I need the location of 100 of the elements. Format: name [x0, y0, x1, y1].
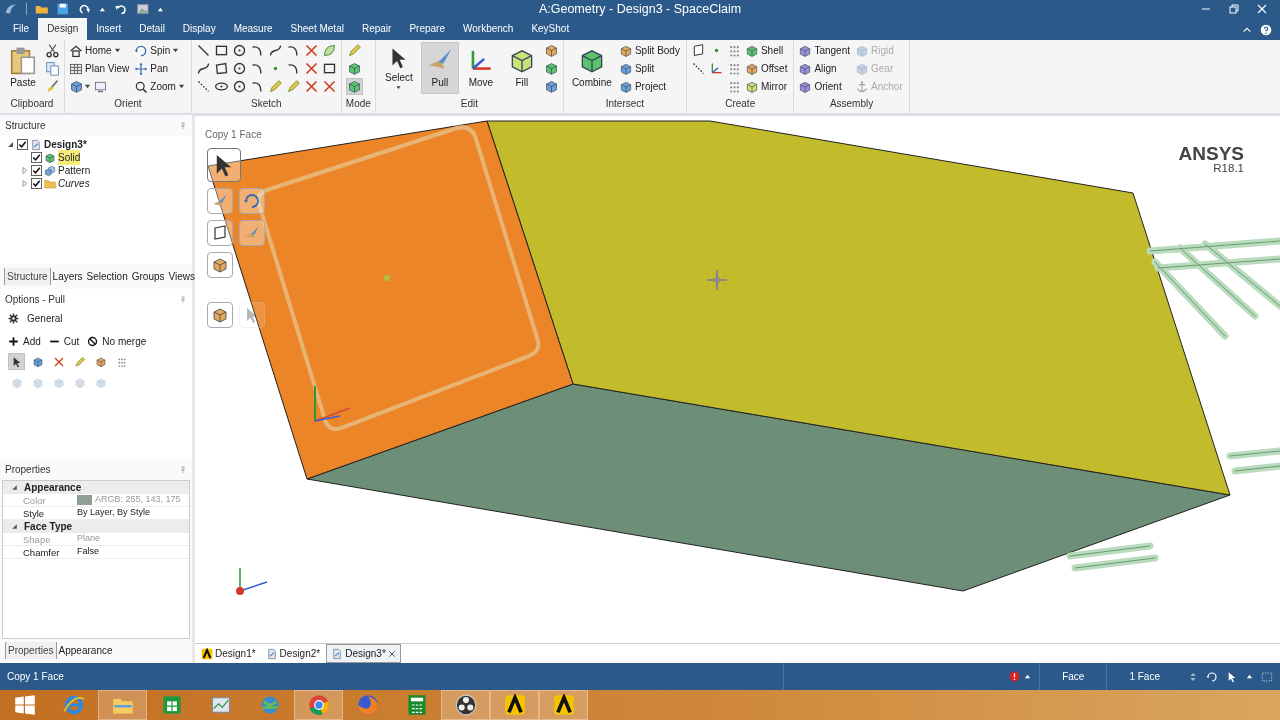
tool-guide-button[interactable]	[207, 220, 233, 246]
save-icon[interactable]	[56, 2, 70, 16]
document-tab[interactable]: Design2*	[261, 645, 325, 662]
ribbon-tab[interactable]: Insert	[87, 18, 131, 40]
ribbon-tab[interactable]: Display	[173, 18, 225, 40]
panel-tab[interactable]: Selection	[84, 268, 130, 285]
error-icon[interactable]	[1009, 671, 1021, 682]
restore-icon[interactable]	[1228, 3, 1240, 15]
x-mark-icon[interactable]	[303, 79, 319, 94]
ribbon-button[interactable]: Split	[618, 60, 682, 77]
x-mark-icon[interactable]	[321, 79, 337, 94]
x-mark-icon[interactable]	[303, 43, 319, 58]
checkbox[interactable]	[17, 139, 28, 150]
ribbon-button[interactable]: Align	[798, 60, 853, 77]
status-message: Copy 1 Face	[7, 670, 64, 684]
option-button[interactable]: Cut	[48, 334, 80, 349]
circle-icon[interactable]	[231, 43, 247, 58]
scissors-icon[interactable]	[45, 43, 60, 58]
tree-toggle-icon[interactable]	[20, 179, 29, 188]
tool-guide-button[interactable]	[207, 148, 241, 182]
ribbon-tab[interactable]: Workbench	[454, 18, 523, 40]
ribbon-button[interactable]: Move	[461, 42, 500, 94]
cube-icon[interactable]	[543, 61, 559, 76]
section-toggle-icon[interactable]	[11, 484, 18, 491]
tree-item[interactable]: Pattern	[58, 163, 91, 178]
monitor-icon[interactable]	[93, 79, 108, 94]
picture-frame-icon[interactable]	[135, 2, 150, 16]
document-tab[interactable]: Design1*	[197, 645, 260, 662]
section-toggle-icon[interactable]	[11, 523, 18, 530]
ribbon-button[interactable]: Combine	[567, 42, 616, 94]
panel-tab[interactable]: Properties	[5, 642, 57, 659]
panel-tab[interactable]: Views	[166, 268, 198, 285]
document-tab[interactable]: Design3*	[326, 644, 401, 663]
cube-icon[interactable]	[346, 61, 362, 76]
ribbon-tab[interactable]: Measure	[224, 18, 282, 40]
collapse-ribbon-icon[interactable]	[1242, 25, 1252, 35]
ribbon-button[interactable]: Plan View	[69, 60, 132, 77]
line-icon[interactable]	[195, 43, 211, 58]
ribbon-button[interactable]: Split Body	[618, 42, 682, 59]
panel-tab[interactable]: Appearance	[56, 642, 115, 659]
ribbon-tab[interactable]: File	[4, 18, 39, 40]
ribbon-tab[interactable]: KeyShot	[522, 18, 579, 40]
ribbon-tab[interactable]: Repair	[352, 18, 401, 40]
spinner-icon[interactable]	[1188, 671, 1198, 682]
option-button[interactable]: Add	[8, 334, 41, 349]
ribbon-button[interactable]: Paste	[4, 42, 42, 94]
box-select-icon[interactable]	[1261, 670, 1273, 683]
ribbon-button[interactable]: Tangent	[798, 42, 853, 59]
ribbon-tab[interactable]: Sheet Metal	[281, 18, 353, 40]
ribbon-button[interactable]: Offset	[744, 60, 790, 77]
tree-item[interactable]: Solid	[58, 150, 81, 165]
redo-icon[interactable]	[77, 2, 92, 16]
ribbon-button[interactable]: Shell	[744, 42, 790, 59]
option-button[interactable]: No merge	[87, 334, 147, 349]
x-mark-icon[interactable]	[303, 61, 319, 76]
taskbar-button[interactable]	[539, 690, 588, 720]
checkbox[interactable]	[31, 178, 42, 189]
checkbox[interactable]	[31, 165, 42, 176]
panel-tab[interactable]: Layers	[50, 268, 85, 285]
tool-caption: Copy 1 Face	[205, 128, 262, 142]
cube-icon[interactable]	[543, 79, 559, 94]
brush-icon[interactable]	[45, 79, 60, 94]
rectangle-icon[interactable]	[213, 43, 229, 58]
ribbon-button[interactable]: Spin	[134, 42, 187, 59]
ribbon-tab[interactable]: Design	[38, 18, 88, 40]
panel-tab[interactable]: Structure	[4, 268, 51, 285]
ribbon-tab[interactable]: Prepare	[400, 18, 454, 40]
help-icon[interactable]	[1260, 24, 1272, 36]
tree-item[interactable]: Curves	[58, 176, 90, 191]
ribbon-button[interactable]: Zoom	[134, 78, 187, 95]
taskbar-button[interactable]	[441, 690, 490, 720]
circle-icon[interactable]	[231, 79, 247, 94]
cursor-icon[interactable]	[1226, 670, 1238, 683]
rotate-icon[interactable]	[1206, 670, 1218, 683]
curve-icon[interactable]	[195, 61, 211, 76]
ribbon-button[interactable]: Mirror	[744, 78, 790, 95]
ribbon-button[interactable]: Home	[69, 42, 132, 59]
ribbon-button[interactable]: Fill	[502, 42, 541, 94]
curve-icon[interactable]	[267, 43, 283, 58]
polygon-icon[interactable]	[213, 61, 229, 76]
ribbon-button[interactable]: Project	[618, 78, 682, 95]
circle-icon[interactable]	[231, 61, 247, 76]
tool-button[interactable]	[345, 78, 363, 95]
tree-toggle-icon[interactable]	[6, 140, 15, 149]
checkbox[interactable]	[31, 152, 42, 163]
tree-toggle-icon[interactable]	[20, 166, 29, 175]
option-tool-button[interactable]	[8, 353, 25, 370]
close-icon[interactable]	[387, 649, 396, 658]
panel-tab[interactable]: Groups	[129, 268, 167, 285]
tool-button[interactable]	[69, 78, 91, 95]
ribbon-tab[interactable]: Detail	[130, 18, 174, 40]
ribbon-button[interactable]: Pan	[134, 60, 187, 77]
tree-item[interactable]: Design3*	[44, 137, 87, 152]
ribbon-button[interactable]: Pull	[420, 42, 459, 94]
ribbon-button[interactable]: Orient	[798, 78, 853, 95]
undo-icon[interactable]	[114, 2, 128, 16]
taskbar-button[interactable]	[490, 690, 539, 720]
rectangle-icon[interactable]	[321, 61, 337, 76]
ribbon-button[interactable]: Select	[379, 42, 418, 94]
cube-icon[interactable]	[543, 43, 559, 58]
